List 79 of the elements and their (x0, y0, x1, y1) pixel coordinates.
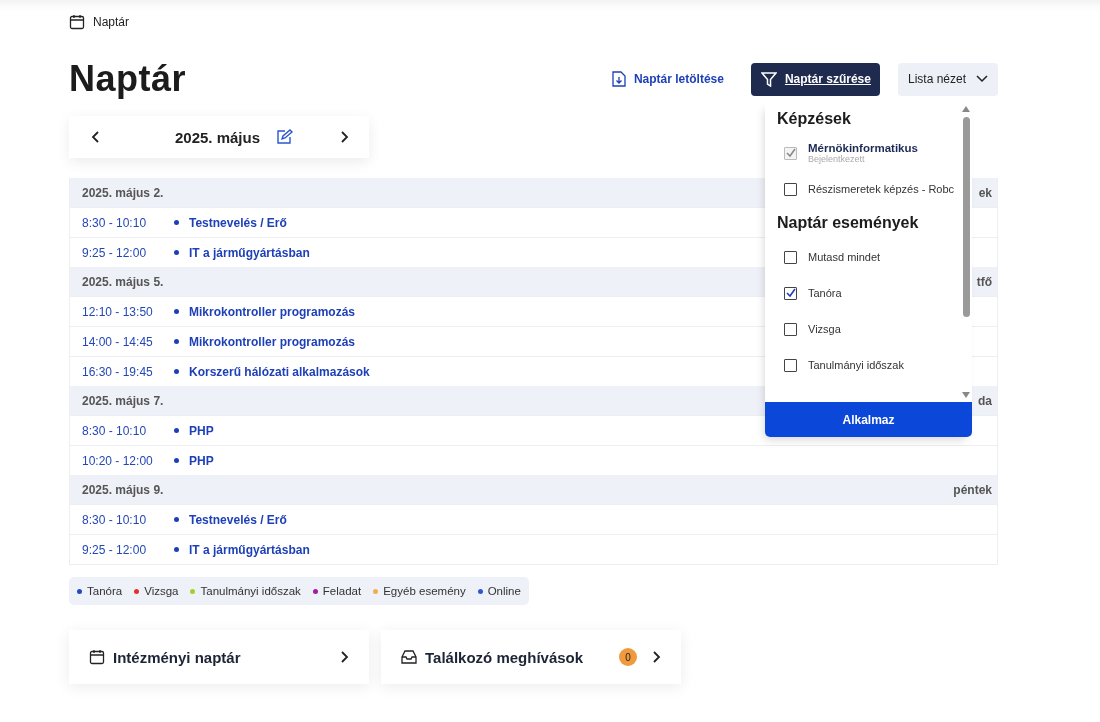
event-link[interactable]: IT a járműgyártásban (189, 542, 310, 557)
event-time: 8:30 - 10:10 (82, 423, 148, 438)
scroll-down-icon[interactable] (962, 392, 970, 398)
event-dot (174, 309, 179, 314)
checkbox[interactable] (784, 250, 797, 264)
event-link[interactable]: Testnevelés / Erő (189, 512, 287, 527)
chevron-right-icon[interactable] (339, 650, 349, 664)
event-dot (174, 369, 179, 374)
checkbox[interactable] (784, 286, 797, 300)
view-dropdown[interactable]: Lista nézet (897, 62, 998, 96)
funnel-icon (760, 71, 777, 87)
checkbox[interactable] (784, 322, 797, 336)
legend-label: Online (487, 585, 521, 597)
event-dot (174, 250, 179, 255)
date-label: 2025. május 5. (82, 274, 164, 289)
event-link[interactable]: PHP (189, 423, 214, 438)
legend-label: Egyéb esemény (383, 585, 466, 597)
scrollbar-thumb[interactable] (962, 117, 970, 317)
previous-month-button[interactable] (91, 130, 101, 144)
option-label: Mérnökinformatikus (808, 142, 918, 154)
legend-label: Tanóra (87, 585, 123, 597)
chevron-right-icon[interactable] (651, 650, 661, 664)
file-download-icon (611, 71, 626, 87)
event-link[interactable]: PHP (189, 453, 214, 468)
event-dot (174, 547, 179, 552)
event-dot (174, 339, 179, 344)
section-heading: Naptár események (777, 214, 920, 232)
event-time: 9:25 - 12:00 (82, 542, 148, 557)
event-time: 10:20 - 12:00 (82, 453, 154, 468)
chevron-down-icon (976, 75, 988, 83)
option-label: Vizsga (808, 323, 841, 335)
option-label: Tanóra (808, 287, 842, 299)
count-badge: 0 (619, 648, 637, 666)
event-time: 14:00 - 14:45 (82, 334, 154, 349)
checkbox[interactable] (784, 358, 797, 372)
next-month-button[interactable] (339, 130, 349, 144)
legend-label: Vizsga (144, 585, 179, 597)
filter-button[interactable]: Naptár szűrése (750, 62, 880, 96)
calendar-icon (89, 649, 105, 665)
date-label: 2025. május 7. (82, 393, 164, 408)
event-dot (174, 517, 179, 522)
event-link[interactable]: Korszerű hálózati alkalmazások (189, 364, 370, 379)
month-label: 2025. május (174, 128, 261, 146)
checkbox[interactable] (784, 182, 797, 196)
download-link[interactable]: Naptár letöltése (611, 71, 724, 87)
invitations-card[interactable]: Találkozó meghívások 0 (381, 630, 681, 684)
date-label: 2025. május 9. (82, 482, 164, 497)
option-label: Részismeretek képzés - Robc (808, 183, 955, 195)
inbox-icon (401, 650, 417, 664)
legend-label: Tanulmányi időszak (200, 585, 301, 597)
event-time: 8:30 - 10:10 (82, 512, 148, 527)
breadcrumb-link[interactable]: Naptár (93, 15, 130, 29)
event-link[interactable]: IT a járműgyártásban (189, 245, 310, 260)
option-label: Mutasd mindet (808, 251, 881, 263)
calendar-icon (69, 14, 85, 30)
option-label: Tanulmányi időszak (808, 359, 904, 371)
option-sublabel: Bejelentkezett (808, 154, 866, 164)
weekday-label: tfő (976, 274, 992, 289)
page-title: Naptár (69, 58, 188, 100)
event-time: 12:10 - 13:50 (82, 304, 154, 319)
event-link[interactable]: Testnevelés / Erő (189, 215, 287, 230)
apply-button[interactable]: Alkalmaz (765, 402, 972, 437)
weekday-label: da (978, 393, 992, 408)
event-time: 9:25 - 12:00 (82, 245, 148, 260)
weekday-label: ek (978, 185, 992, 200)
event-dot (174, 458, 179, 463)
event-link[interactable]: Mikrokontroller programozás (189, 334, 356, 349)
event-dot (174, 220, 179, 225)
institution-calendar-card[interactable]: Intézményi naptár (69, 630, 369, 684)
event-time: 8:30 - 10:10 (82, 215, 148, 230)
event-link[interactable]: Mikrokontroller programozás (189, 304, 356, 319)
event-time: 16:30 - 19:45 (82, 364, 154, 379)
scroll-up-icon[interactable] (962, 106, 970, 112)
event-dot (174, 428, 179, 433)
legend-label: Feladat (322, 585, 362, 597)
weekday-label: péntek (953, 482, 992, 497)
date-label: 2025. május 2. (82, 185, 164, 200)
edit-icon[interactable] (276, 129, 294, 145)
section-heading: Képzések (777, 110, 852, 128)
